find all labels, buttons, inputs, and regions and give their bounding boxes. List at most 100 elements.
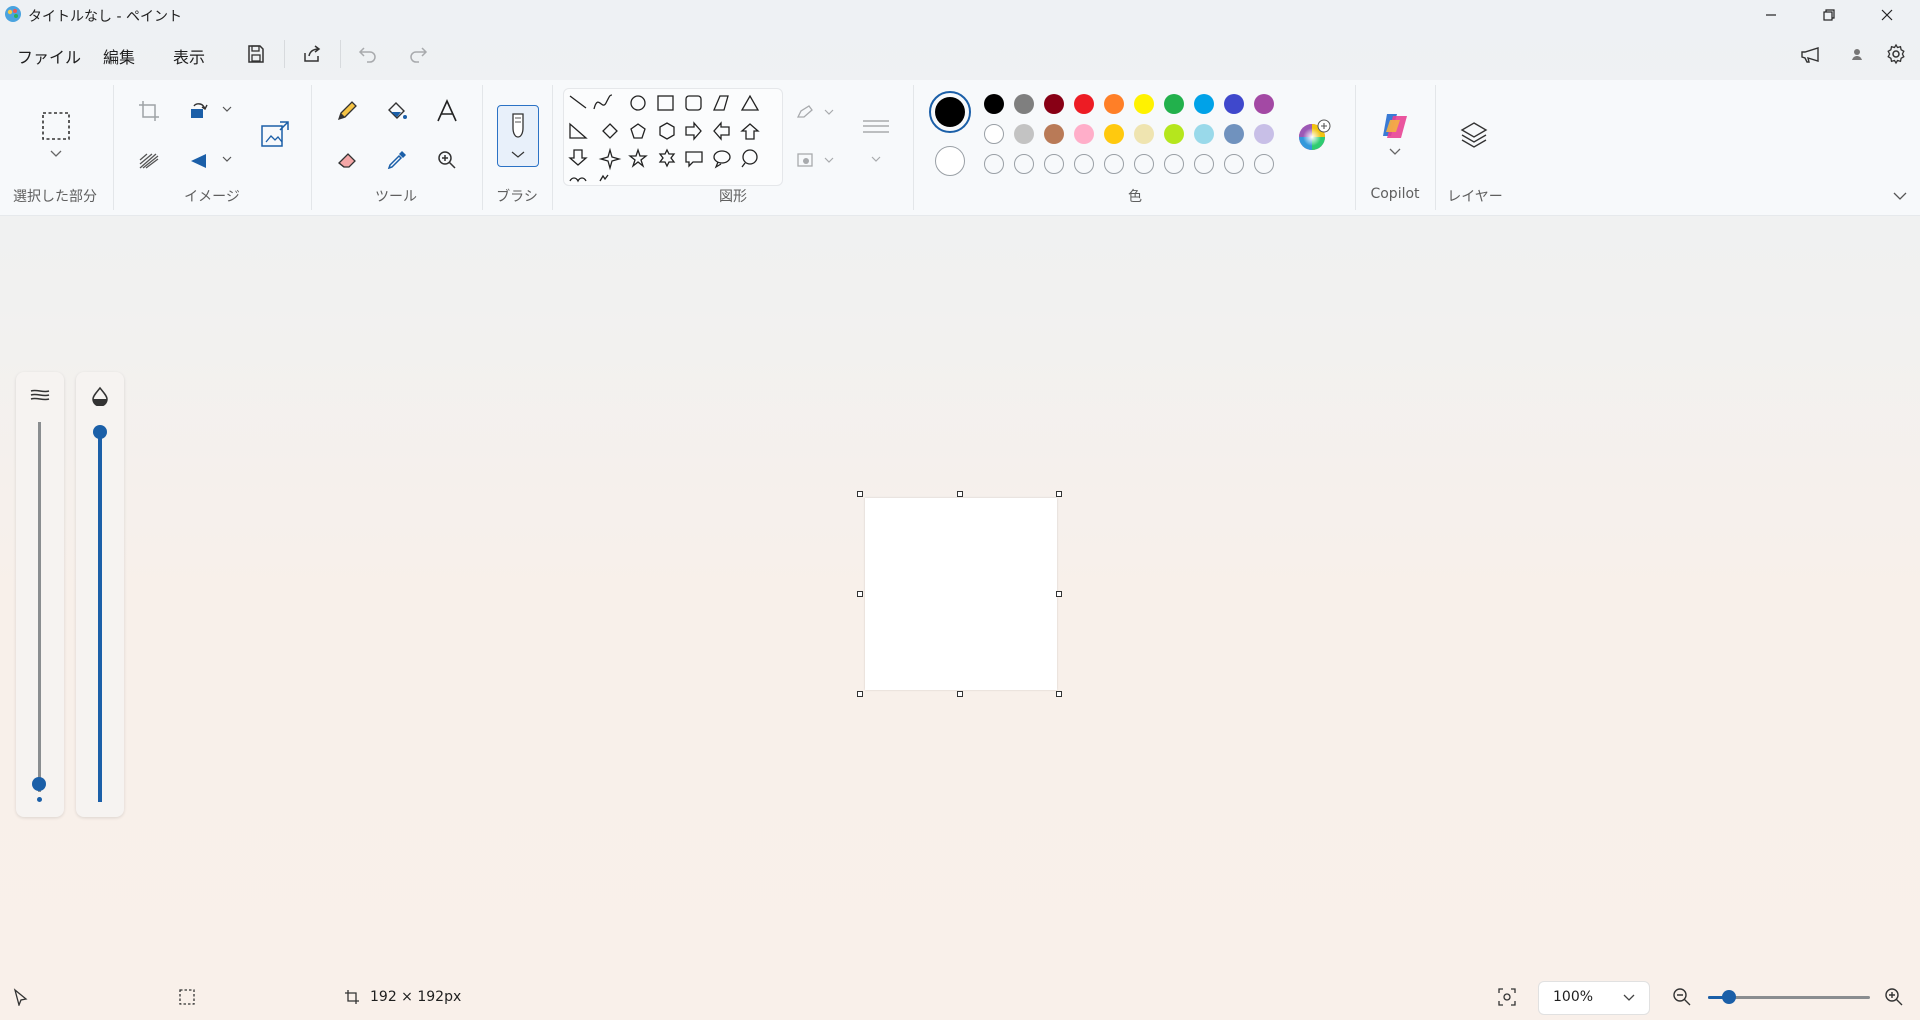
brush-size-track[interactable]: [38, 422, 41, 792]
resize-handle-top[interactable]: [957, 491, 963, 497]
custom-color-slot[interactable]: [1194, 154, 1214, 174]
menu-view[interactable]: 表示: [173, 44, 205, 68]
restore-button[interactable]: [1800, 0, 1858, 30]
save-icon[interactable]: [244, 42, 268, 66]
resize-handle-bottom-left[interactable]: [857, 691, 863, 697]
shape-outline-icon[interactable]: [795, 102, 835, 122]
custom-color-slot[interactable]: [1074, 154, 1094, 174]
rotate-dropdown-chevron-icon[interactable]: [222, 106, 232, 113]
share-icon[interactable]: [300, 42, 324, 66]
title-bar: タイトルなし - ペイント: [0, 0, 1920, 30]
menu-edit[interactable]: 編集: [103, 44, 135, 68]
palette-swatch-efe4b0[interactable]: [1134, 124, 1154, 144]
palette-swatch-a349a4[interactable]: [1254, 94, 1274, 114]
text-tool-icon[interactable]: [435, 98, 459, 124]
color-palette: [984, 94, 1284, 184]
announcement-icon[interactable]: [1798, 42, 1822, 66]
custom-color-slot[interactable]: [1044, 154, 1064, 174]
custom-color-slot[interactable]: [1014, 154, 1034, 174]
palette-swatch-ffffff[interactable]: [984, 124, 1004, 144]
copilot-icon[interactable]: [1378, 110, 1412, 142]
rectangle-shape-icon: [657, 95, 674, 111]
palette-swatch-7092be[interactable]: [1224, 124, 1244, 144]
resize-handle-right[interactable]: [1056, 591, 1062, 597]
custom-color-slot[interactable]: [984, 154, 1004, 174]
palette-swatch-000000[interactable]: [984, 94, 1004, 114]
minimize-button[interactable]: [1742, 0, 1800, 30]
layers-icon[interactable]: [1459, 120, 1489, 150]
color-picker-icon[interactable]: [385, 148, 409, 172]
stroke-size-icon[interactable]: [860, 115, 892, 163]
remove-background-icon[interactable]: [138, 150, 160, 172]
primary-color-button[interactable]: [929, 91, 971, 133]
opacity-thumb[interactable]: [93, 425, 107, 439]
copilot-dropdown-chevron-icon[interactable]: [1389, 148, 1401, 156]
selection-dropdown-chevron-icon[interactable]: [50, 150, 62, 158]
palette-swatch-22b14c[interactable]: [1164, 94, 1184, 114]
resize-handle-left[interactable]: [857, 591, 863, 597]
ribbon-collapse-chevron-icon[interactable]: [1893, 192, 1907, 201]
fill-bucket-icon[interactable]: [385, 99, 409, 123]
brush-size-thumb[interactable]: [32, 777, 46, 791]
rect-callout-shape-icon: [685, 151, 703, 168]
custom-color-slot[interactable]: [1254, 154, 1274, 174]
palette-swatch-00a2e8[interactable]: [1194, 94, 1214, 114]
palette-swatch-ffaec9[interactable]: [1074, 124, 1094, 144]
undo-icon[interactable]: [356, 42, 380, 66]
secondary-color-button[interactable]: [935, 146, 965, 176]
palette-swatch-ff7f27[interactable]: [1104, 94, 1124, 114]
group-separator: [311, 85, 312, 210]
palette-swatch-b97a57[interactable]: [1044, 124, 1064, 144]
magnifier-icon[interactable]: [435, 148, 459, 172]
selection-rectangle-icon[interactable]: [40, 110, 72, 142]
flip-dropdown-chevron-icon[interactable]: [222, 156, 232, 163]
drawing-canvas[interactable]: [865, 498, 1057, 690]
eraser-icon[interactable]: [335, 148, 359, 172]
right-triangle-shape-icon: [569, 122, 588, 139]
rotate-icon[interactable]: [188, 100, 210, 122]
zoom-in-icon[interactable]: [1884, 987, 1904, 1007]
custom-color-slot[interactable]: [1224, 154, 1244, 174]
zoom-level-dropdown[interactable]: 100%: [1538, 981, 1650, 1015]
brush-button[interactable]: [497, 105, 539, 167]
fit-to-window-icon[interactable]: [1497, 987, 1517, 1007]
palette-swatch-ed1c24[interactable]: [1074, 94, 1094, 114]
shapes-gallery: [563, 88, 783, 186]
resize-handle-bottom-right[interactable]: [1056, 691, 1062, 697]
pencil-icon[interactable]: [335, 99, 359, 123]
shape-fill-icon[interactable]: [795, 150, 835, 170]
palette-swatch-c8bfe7[interactable]: [1254, 124, 1274, 144]
group-separator: [552, 85, 553, 210]
custom-color-slot[interactable]: [1104, 154, 1124, 174]
resize-image-icon[interactable]: [260, 120, 290, 150]
palette-swatch-ffc90e[interactable]: [1104, 124, 1124, 144]
paint-app-icon: [4, 5, 22, 23]
palette-swatch-7f7f7f[interactable]: [1014, 94, 1034, 114]
triangle-shape-icon: [740, 94, 760, 111]
resize-handle-bottom[interactable]: [957, 691, 963, 697]
custom-color-slot[interactable]: [1134, 154, 1154, 174]
divider: [284, 40, 285, 68]
settings-gear-icon[interactable]: [1884, 42, 1908, 66]
opacity-track[interactable]: [98, 427, 102, 802]
resize-handle-top-left[interactable]: [857, 491, 863, 497]
account-icon[interactable]: [1845, 42, 1869, 66]
palette-swatch-c3c3c3[interactable]: [1014, 124, 1034, 144]
zoom-dropdown-chevron-icon: [1623, 994, 1635, 1001]
palette-swatch-3f48cc[interactable]: [1224, 94, 1244, 114]
resize-handle-top-right[interactable]: [1056, 491, 1062, 497]
palette-swatch-b5e61d[interactable]: [1164, 124, 1184, 144]
crop-icon[interactable]: [138, 100, 160, 122]
custom-color-slot[interactable]: [1164, 154, 1184, 174]
flip-icon[interactable]: [188, 150, 210, 172]
palette-swatch-99d9ea[interactable]: [1194, 124, 1214, 144]
redo-icon[interactable]: [406, 42, 430, 66]
close-button[interactable]: [1858, 0, 1916, 30]
zoom-out-icon[interactable]: [1672, 987, 1692, 1007]
edit-colors-icon[interactable]: [1297, 118, 1331, 152]
zoom-slider-thumb[interactable]: [1722, 990, 1736, 1004]
palette-swatch-fff200[interactable]: [1134, 94, 1154, 114]
menu-file[interactable]: ファイル: [17, 44, 81, 68]
palette-swatch-880015[interactable]: [1044, 94, 1064, 114]
selection-size-icon: [178, 988, 196, 1006]
